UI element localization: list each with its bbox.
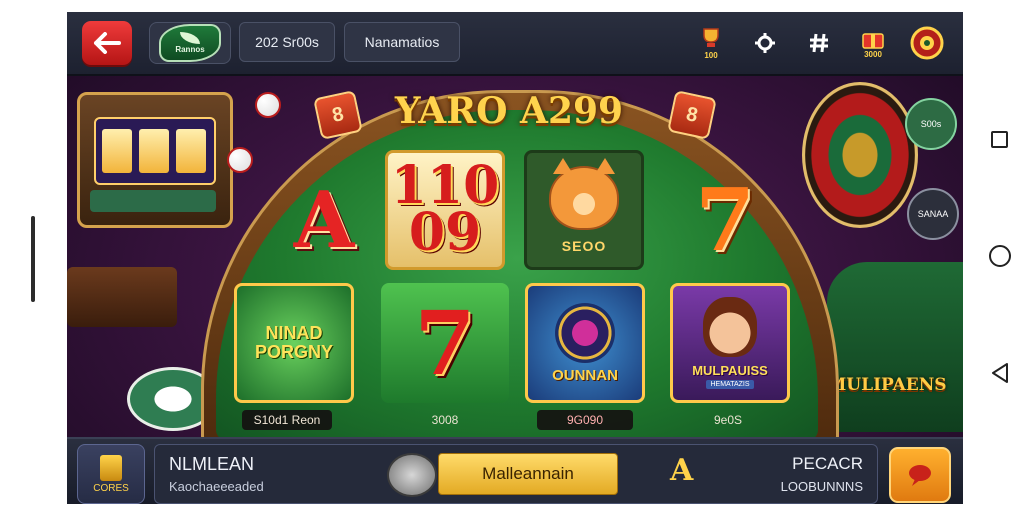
tile-price-label: 9G090 xyxy=(537,410,633,430)
slot-reel xyxy=(176,129,206,173)
wheel-icon xyxy=(555,302,615,363)
hash-icon[interactable] xyxy=(801,25,837,61)
side-button-b[interactable]: SANAA xyxy=(907,188,959,240)
gift-icon[interactable]: 3000 xyxy=(855,25,891,61)
slot-screen xyxy=(94,117,216,185)
dice-decoration xyxy=(227,147,253,173)
game-logo[interactable]: Rannos xyxy=(149,22,231,64)
trophy-icon[interactable]: 100 xyxy=(693,25,729,61)
slot-reel xyxy=(139,129,169,173)
game-tile-seven-red[interactable]: 7 xyxy=(381,283,509,403)
game-tile-110[interactable]: 110 09 xyxy=(385,150,505,270)
character-portrait-icon xyxy=(703,297,757,357)
side-button-a[interactable]: S00s xyxy=(905,98,957,150)
tile-price-label: 9e0S xyxy=(713,413,743,427)
phone-edge-handle xyxy=(31,216,35,302)
game-tile-cat[interactable]: SEOO xyxy=(524,150,644,270)
panel-right-title: PECACR xyxy=(792,454,863,473)
username-pill[interactable]: Nanamatios xyxy=(344,22,460,62)
tile-price-label: S10d1 Reon xyxy=(242,410,332,430)
bottom-bar: CORES NLMLEAN Kaochaeeeaded Malleannain … xyxy=(67,437,963,504)
panel-title: NLMLEAN xyxy=(169,454,255,474)
emblem-a-icon: A xyxy=(670,453,694,488)
slot-base xyxy=(90,190,216,212)
main-action-button[interactable]: Malleannain xyxy=(438,453,618,495)
nav-back-icon[interactable] xyxy=(988,361,1012,385)
dice-badge-left: 8 xyxy=(313,90,363,140)
roulette-wheel-decoration xyxy=(802,82,918,228)
cores-button[interactable]: CORES xyxy=(77,444,145,504)
chat-button[interactable] xyxy=(889,447,951,503)
recent-apps-icon[interactable] xyxy=(991,131,1008,148)
bottom-info-panel: NLMLEAN Kaochaeeeaded Malleannain A PECA… xyxy=(154,444,878,504)
panel-right-subtitle: LOOBUNNNS xyxy=(780,479,863,494)
desk-decoration xyxy=(67,267,177,327)
cat-mascot-icon xyxy=(549,158,619,230)
treasure-box-icon xyxy=(100,454,122,481)
game-tile-seven-orange[interactable]: 7 xyxy=(665,160,785,280)
leaf-logo-icon: Rannos xyxy=(159,24,221,62)
gear-icon[interactable] xyxy=(747,25,783,61)
chat-bubble-icon xyxy=(909,465,931,486)
game-tile-ninad[interactable]: NINAD PORGNY xyxy=(234,283,354,403)
back-button[interactable] xyxy=(82,21,132,65)
arrow-left-icon xyxy=(94,32,121,54)
panel-subtitle: Kaochaeeeaded xyxy=(169,479,264,494)
game-tile-a[interactable]: A xyxy=(264,160,384,280)
game-tile-ounnan[interactable]: OUNNAN xyxy=(525,283,645,403)
slot-reel xyxy=(102,129,132,173)
game-title: YARO A299 xyxy=(394,90,624,132)
tile-price-label: 3008 xyxy=(431,413,459,427)
roulette-icon[interactable] xyxy=(909,25,945,61)
slot-machine-decoration xyxy=(77,92,233,228)
multipaens-logo[interactable]: MULIPAENS xyxy=(825,360,949,410)
game-tile-mulpauiss[interactable]: MULPAUISS HEMATAZIS xyxy=(670,283,790,403)
home-icon[interactable] xyxy=(989,245,1011,267)
dice-decoration xyxy=(255,92,281,118)
dice-badge-right: 8 xyxy=(667,90,717,140)
mascot-icon xyxy=(387,453,437,497)
top-bar: Rannos 202 Sr00s Nanamatios 100 3000 xyxy=(67,12,963,76)
game-screen: S00s SANAA MULIPAENS Rannos 202 Sr00s Na… xyxy=(67,12,963,504)
top-icons-group: 100 3000 xyxy=(693,20,945,66)
balance-pill[interactable]: 202 Sr00s xyxy=(239,22,335,62)
